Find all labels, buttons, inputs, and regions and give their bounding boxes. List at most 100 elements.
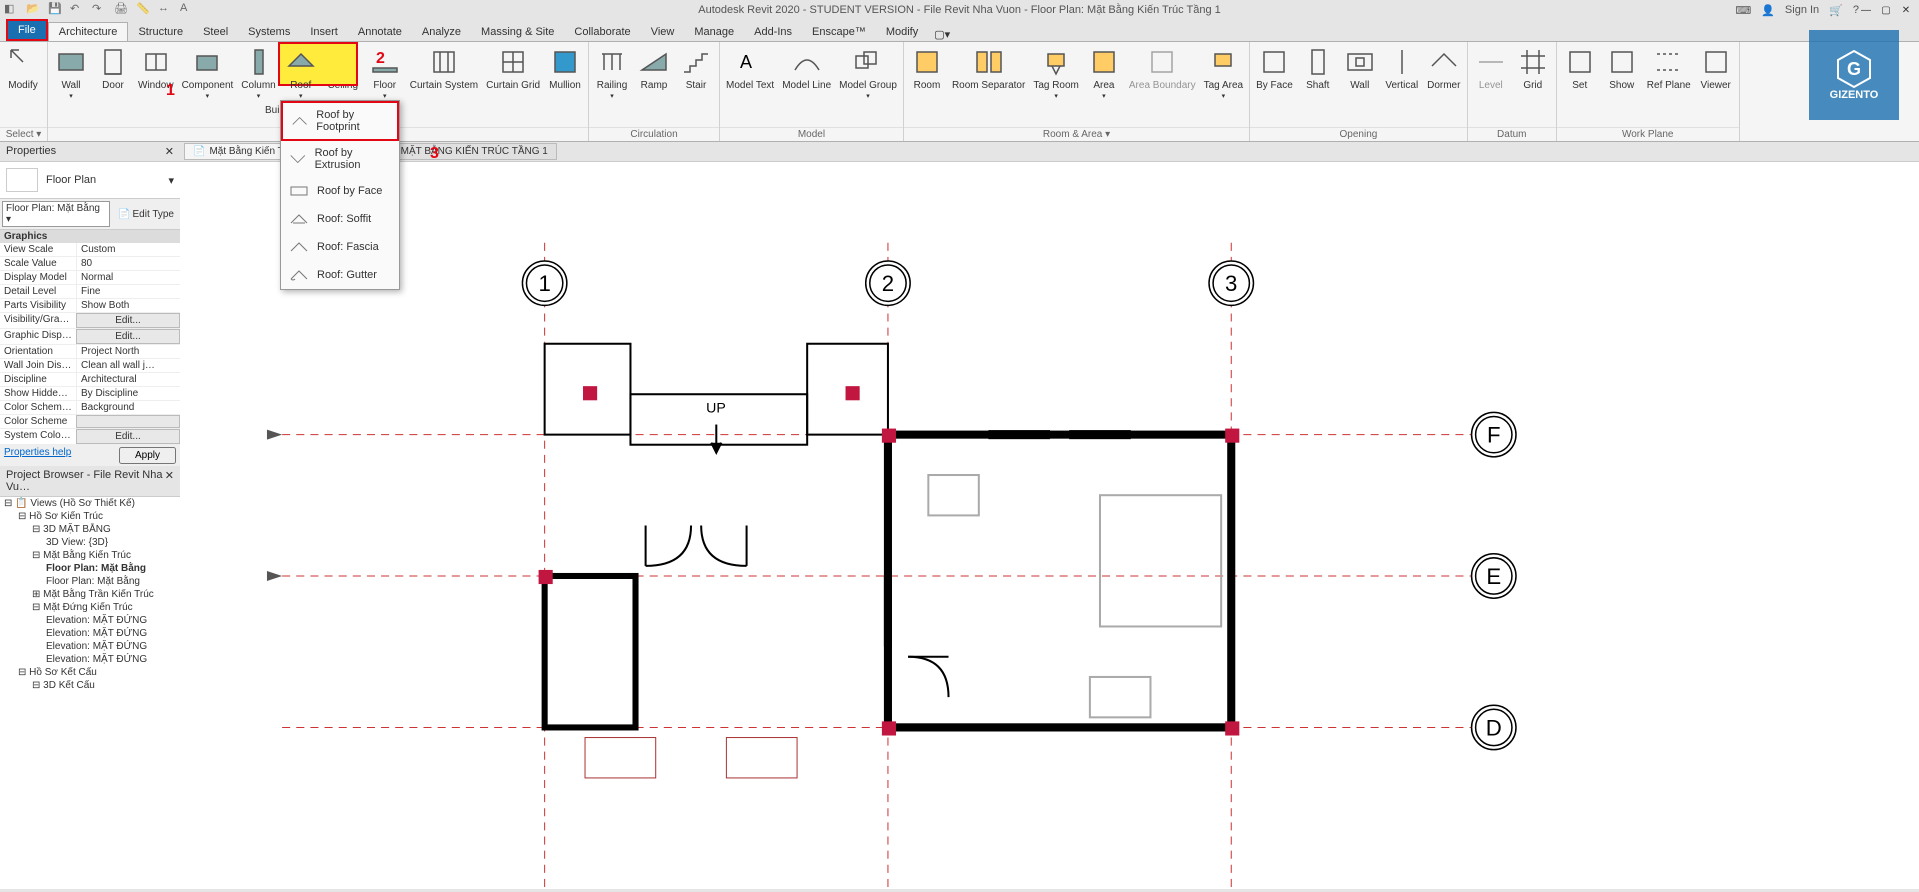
tree-item[interactable]: ⊟ 📋 Views (Hồ Sơ Thiết Kế) (0, 497, 180, 510)
level-button[interactable]: Level (1470, 44, 1512, 125)
railing-button[interactable]: Railing▾ (591, 44, 633, 125)
measure-icon[interactable]: 📏 (136, 2, 152, 18)
properties-help-link[interactable]: Properties help (4, 447, 71, 464)
property-row[interactable]: OrientationProject North (0, 345, 180, 359)
edit-type-button[interactable]: 📄 Edit Type (114, 201, 178, 227)
tab-file[interactable]: File (6, 19, 48, 41)
close-properties-icon[interactable]: ✕ (165, 145, 174, 158)
property-row[interactable]: View ScaleCustom (0, 243, 180, 257)
property-row[interactable]: Wall Join Disp…Clean all wall j… (0, 359, 180, 373)
ramp-button[interactable]: Ramp (633, 44, 675, 125)
user-icon[interactable]: 👤 (1761, 4, 1775, 17)
open-icon[interactable]: 📂 (26, 2, 42, 18)
tab-enscape[interactable]: Enscape™ (802, 23, 876, 41)
area-boundary-button[interactable]: Area Boundary (1125, 44, 1200, 125)
tab-addins[interactable]: Add-Ins (744, 23, 802, 41)
print-icon[interactable]: 🖨 (114, 2, 130, 18)
tree-item[interactable]: ⊟ Hồ Sơ Kiến Trúc (0, 510, 180, 523)
model-group-button[interactable]: Model Group▾ (835, 44, 901, 125)
roof-by-footprint-item[interactable]: Roof by Footprint (281, 101, 399, 141)
ref-plane-button[interactable]: Ref Plane (1643, 44, 1695, 125)
tab-architecture[interactable]: Architecture (48, 22, 129, 41)
roof-soffit-item[interactable]: Roof: Soffit (281, 205, 399, 233)
drawing-canvas[interactable]: 1 2 3 F E D (180, 162, 1919, 889)
tab-steel[interactable]: Steel (193, 23, 238, 41)
tree-item[interactable]: Elevation: MẶT ĐỨNG (0, 627, 180, 640)
tree-item[interactable]: Elevation: MẶT ĐỨNG (0, 653, 180, 666)
tree-item[interactable]: ⊟ 3D MẶT BẰNG (0, 523, 180, 536)
model-text-button[interactable]: AModel Text (722, 44, 778, 125)
mullion-button[interactable]: Mullion (544, 44, 586, 125)
redo-icon[interactable]: ↷ (92, 2, 108, 18)
property-row[interactable]: System Color …Edit... (0, 429, 180, 445)
tab-view[interactable]: View (641, 23, 685, 41)
vertical-button[interactable]: Vertical (1381, 44, 1423, 125)
tab-massing[interactable]: Massing & Site (471, 23, 564, 41)
tab-modify[interactable]: Modify (876, 23, 928, 41)
wall-button[interactable]: Wall▾ (50, 44, 92, 125)
shaft-button[interactable]: Shaft (1297, 44, 1339, 125)
property-row[interactable]: Scale Value80 (0, 257, 180, 271)
tree-item[interactable]: 3D View: {3D} (0, 536, 180, 549)
property-row[interactable]: Color Scheme (0, 415, 180, 429)
property-row[interactable]: Graphic Displ…Edit... (0, 329, 180, 345)
property-row[interactable]: Detail LevelFine (0, 285, 180, 299)
undo-icon[interactable]: ↶ (70, 2, 86, 18)
tab-annotate[interactable]: Annotate (348, 23, 412, 41)
close-button[interactable]: ✕ (1897, 2, 1915, 18)
model-line-button[interactable]: Model Line (778, 44, 835, 125)
property-row[interactable]: Display ModelNormal (0, 271, 180, 285)
keyboard-icon[interactable]: ⌨ (1735, 4, 1751, 17)
property-row[interactable]: Parts VisibilityShow Both (0, 299, 180, 313)
door-button[interactable]: Door (92, 44, 134, 125)
cart-icon[interactable]: 🛒 (1829, 4, 1843, 17)
tab-overflow-icon[interactable]: ▢▾ (934, 28, 950, 41)
tab-structure[interactable]: Structure (128, 23, 193, 41)
grid-button[interactable]: Grid (1512, 44, 1554, 125)
roof-by-extrusion-item[interactable]: Roof by Extrusion (281, 141, 399, 177)
text-icon[interactable]: A (180, 2, 196, 18)
component-button[interactable]: Component▾ (178, 44, 238, 125)
roof-fascia-item[interactable]: Roof: Fascia (281, 233, 399, 261)
property-row[interactable]: DisciplineArchitectural (0, 373, 180, 387)
dimension-icon[interactable]: ↔ (158, 2, 174, 18)
by-face-button[interactable]: By Face (1252, 44, 1297, 125)
tab-analyze[interactable]: Analyze (412, 23, 471, 41)
tree-item[interactable]: ⊟ 3D Kết Cấu (0, 679, 180, 692)
tree-item[interactable]: Floor Plan: Mặt Bằng (0, 575, 180, 588)
view-tab-inactive[interactable]: 📄 MẶT BẰNG KIẾN TRÚC TẦNG 1 (375, 143, 557, 160)
tree-item[interactable]: ⊟ Mặt Đứng Kiến Trúc (0, 601, 180, 614)
type-selector[interactable]: Floor Plan ▾ (0, 162, 180, 199)
tab-systems[interactable]: Systems (238, 23, 300, 41)
curtain-grid-button[interactable]: Curtain Grid (482, 44, 544, 125)
close-browser-icon[interactable]: ✕ (165, 469, 174, 493)
room-button[interactable]: Room (906, 44, 948, 125)
tab-collaborate[interactable]: Collaborate (564, 23, 640, 41)
instance-selector[interactable]: Floor Plan: Mặt Bằng ▾ (2, 201, 110, 227)
property-row[interactable]: Color Scheme…Background (0, 401, 180, 415)
property-row[interactable]: Visibility/Grap…Edit... (0, 313, 180, 329)
graphics-section[interactable]: Graphics (0, 230, 180, 243)
tab-insert[interactable]: Insert (300, 23, 348, 41)
signin-link[interactable]: Sign In (1785, 4, 1819, 16)
tag-room-button[interactable]: Tag Room▾ (1029, 44, 1083, 125)
viewer-button[interactable]: Viewer (1695, 44, 1737, 125)
property-row[interactable]: Show Hidden …By Discipline (0, 387, 180, 401)
minimize-button[interactable]: — (1857, 2, 1875, 18)
tree-item[interactable]: ⊟ Hồ Sơ Kết Cấu (0, 666, 180, 679)
stair-button[interactable]: Stair (675, 44, 717, 125)
tree-item[interactable]: Elevation: MẶT ĐỨNG (0, 640, 180, 653)
tree-item[interactable]: ⊟ Mặt Bằng Kiến Trúc (0, 549, 180, 562)
area-button[interactable]: Area▾ (1083, 44, 1125, 125)
tree-item[interactable]: Elevation: MẶT ĐỨNG (0, 614, 180, 627)
maximize-button[interactable]: ▢ (1877, 2, 1895, 18)
dormer-button[interactable]: Dormer (1423, 44, 1465, 125)
tab-manage[interactable]: Manage (684, 23, 744, 41)
tag-area-button[interactable]: Tag Area▾ (1200, 44, 1247, 125)
curtain-system-button[interactable]: Curtain System (406, 44, 482, 125)
apply-button[interactable]: Apply (119, 447, 176, 464)
room-separator-button[interactable]: Room Separator (948, 44, 1029, 125)
roof-gutter-item[interactable]: Roof: Gutter (281, 261, 399, 289)
wall-opening-button[interactable]: Wall (1339, 44, 1381, 125)
show-button[interactable]: Show (1601, 44, 1643, 125)
